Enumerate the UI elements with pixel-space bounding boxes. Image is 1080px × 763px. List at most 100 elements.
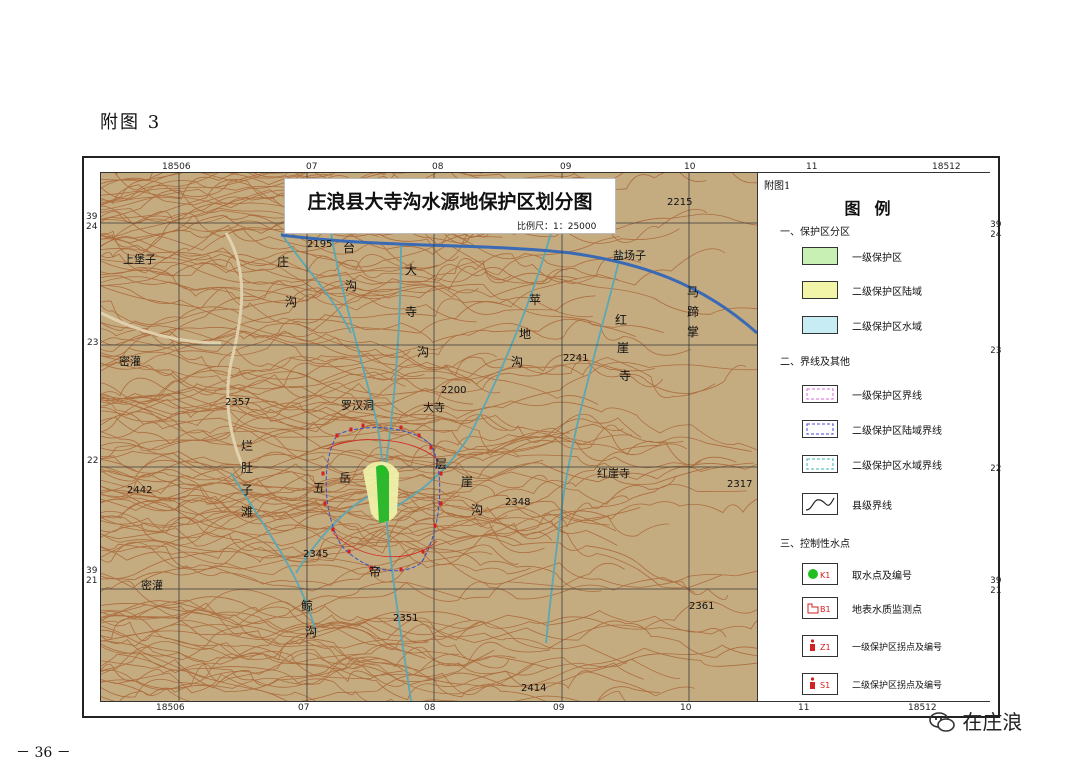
place-name: 五	[313, 481, 326, 495]
place-name: 鲸	[301, 599, 314, 613]
turning-point-marker	[331, 527, 335, 532]
bottom-coord: 07	[298, 703, 310, 713]
legend-item-label: 二级保护区陆域界线	[852, 426, 942, 437]
bottom-coord: 11	[798, 703, 810, 713]
top-coord: 18506	[162, 162, 191, 172]
map-canvas	[101, 173, 757, 701]
turning-point-marker	[439, 471, 443, 476]
place-name: 红	[615, 313, 628, 327]
place-name: 罗汉洞	[341, 399, 374, 412]
place-name: 庄	[277, 255, 290, 269]
place-name: 崖	[617, 341, 630, 355]
place-name: 滩	[241, 505, 254, 519]
watermark-text: 在庄浪	[962, 710, 1023, 734]
legend-code: B1	[820, 605, 831, 614]
legend-swatch-monitor-point: B1	[802, 597, 838, 619]
legend-code: S1	[820, 681, 830, 690]
top-coord: 11	[806, 162, 818, 172]
elevation-label: 2442	[127, 485, 153, 496]
turning-point-marker	[417, 433, 421, 438]
legend-item-label: 二级保护区水域	[852, 322, 922, 333]
place-name: 崖	[461, 475, 474, 489]
legend-swatch-secondary-land-boundary	[802, 420, 838, 438]
elevation-label: 2241	[563, 353, 589, 364]
elevation-label: 2200	[441, 385, 467, 396]
turning-point-marker	[421, 549, 425, 554]
legend-item-label: 一级保护区	[852, 253, 902, 264]
left-coord: 3921	[86, 566, 98, 586]
legend-item-label: 一级保护区界线	[852, 391, 922, 402]
left-coord: 22	[87, 456, 99, 466]
place-name: 大寺	[423, 401, 445, 414]
place-name: 寺	[619, 369, 632, 383]
elevation-label: 2348	[505, 497, 531, 508]
place-name: 上堡子	[123, 253, 156, 266]
place-name: 寺	[405, 305, 418, 319]
turning-point-marker	[399, 567, 403, 572]
legend-item-label: 地表水质监测点	[852, 605, 922, 616]
map-scale: 比例尺：1：25000	[517, 222, 597, 232]
place-name: 沟	[471, 503, 484, 517]
top-coord: 10	[684, 162, 696, 172]
legend-swatch-county-line	[802, 493, 838, 515]
place-name: 帝	[369, 565, 382, 579]
top-coord: 18512	[932, 162, 961, 172]
turning-point-marker	[429, 445, 433, 450]
turning-point-marker	[323, 501, 327, 506]
legend-title: 图例	[844, 199, 905, 218]
map-title-box: 庄浪县大寺沟水源地保护区划分图 比例尺：1：25000	[284, 178, 616, 234]
watermark: 在庄浪	[928, 706, 1022, 735]
topographic-map[interactable]: 上堡子 庄 沟 台 沟 大 寺 沟 苹 地 沟 盐场子 马 蹄 掌 红 崖 寺 …	[101, 173, 757, 701]
page-number: － 36 －	[16, 745, 71, 761]
turning-point-marker	[433, 523, 437, 528]
legend-swatch-intake-point: K1	[802, 563, 838, 585]
place-name: 岳	[339, 471, 352, 485]
legend-swatch-secondary-land	[802, 281, 838, 299]
place-name: 台	[343, 241, 356, 255]
legend-swatch-primary-turning-point: Z1	[802, 635, 838, 657]
legend-tag: 附图1	[764, 181, 791, 192]
figure-label: 附图 3	[100, 112, 162, 133]
place-name: 肚	[241, 461, 254, 475]
legend-swatch-secondary-water	[802, 316, 838, 334]
map-title: 庄浪县大寺沟水源地保护区划分图	[307, 191, 593, 213]
place-name: 盐场子	[613, 249, 646, 262]
place-name: 沟	[345, 279, 358, 293]
place-name: 子	[241, 483, 254, 497]
legend-item-label: 二级保护区陆域	[852, 287, 922, 298]
turning-point-marker	[321, 471, 325, 476]
place-name: 地	[519, 327, 532, 341]
legend-panel: 附图1 图例 一、保护区分区 一级保护区 二级保护区陆域 二级保护区水域 二、界…	[757, 173, 991, 701]
place-name: 掌	[687, 325, 700, 339]
place-name: 苹	[529, 293, 542, 307]
turning-point-marker	[361, 423, 365, 428]
wechat-icon	[929, 712, 955, 732]
turning-point-marker	[439, 501, 443, 506]
place-name: 沟	[417, 345, 430, 359]
place-name: 蹄	[687, 305, 700, 319]
left-coord: 3924	[86, 212, 98, 232]
place-name: 马	[687, 285, 700, 299]
legend-swatch-secondary-turning-point: S1	[802, 673, 838, 695]
right-coord: 22	[990, 464, 1002, 474]
elevation-label: 2357	[225, 397, 251, 408]
elevation-label: 2345	[303, 549, 329, 560]
right-coord: 3921	[990, 576, 1002, 596]
legend-code: Z1	[820, 643, 831, 652]
legend-swatch-secondary-water-boundary	[802, 455, 838, 473]
elevation-label: 2351	[393, 613, 419, 624]
elevation-label: 2215	[667, 197, 693, 208]
legend-section-heading: 一、保护区分区	[780, 227, 850, 238]
elevation-label: 2195	[307, 239, 333, 250]
bottom-coord: 10	[680, 703, 692, 713]
legend-section-heading: 三、控制性水点	[780, 539, 850, 550]
turning-point-marker	[349, 427, 353, 432]
place-name: 红崖寺	[597, 467, 630, 480]
legend-item-label: 县级界线	[852, 501, 892, 512]
elevation-label: 2361	[689, 601, 715, 612]
top-coord: 09	[560, 162, 572, 172]
left-coord: 23	[87, 338, 99, 348]
right-coord: 23	[990, 346, 1002, 356]
legend-item-label: 二级保护区拐点及编号	[852, 681, 943, 691]
legend-swatch-primary-boundary	[802, 385, 838, 403]
